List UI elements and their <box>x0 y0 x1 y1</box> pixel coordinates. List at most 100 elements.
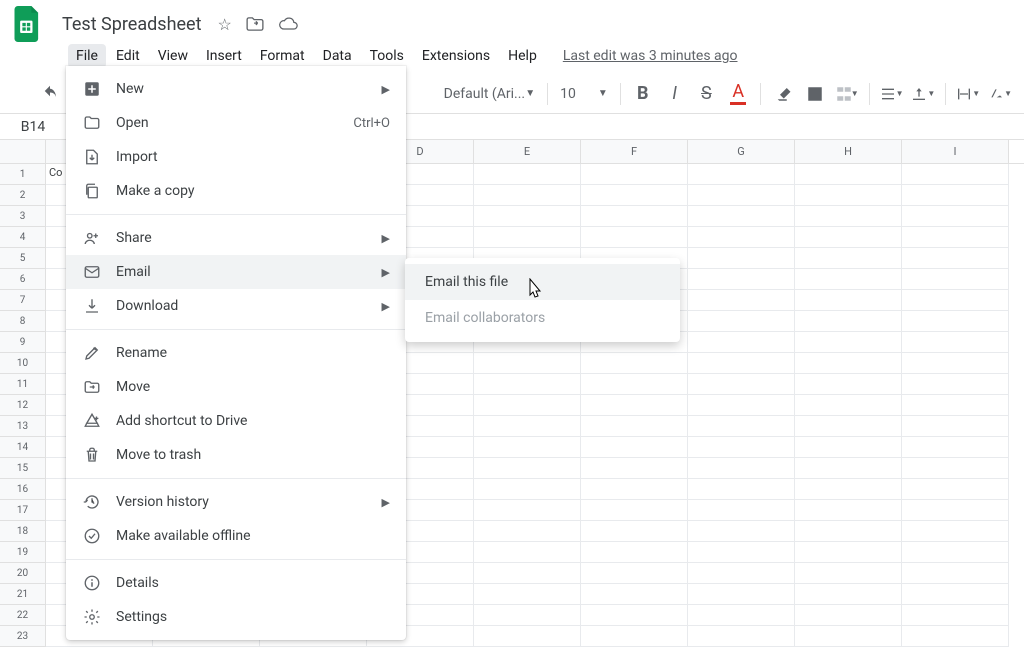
cell[interactable] <box>688 290 795 311</box>
cell[interactable] <box>581 458 688 479</box>
row-header[interactable]: 17 <box>0 500 46 521</box>
cell[interactable] <box>795 290 902 311</box>
name-box[interactable]: B14 <box>6 116 60 138</box>
row-header[interactable]: 2 <box>0 185 46 206</box>
email-submenu-item[interactable]: Email this file <box>405 264 680 300</box>
cell[interactable] <box>688 521 795 542</box>
undo-button[interactable] <box>36 80 64 108</box>
cell[interactable] <box>795 605 902 626</box>
file-menu-item[interactable]: OpenCtrl+O <box>66 106 406 140</box>
cell[interactable] <box>474 416 581 437</box>
cell[interactable] <box>902 332 1009 353</box>
cell[interactable] <box>688 311 795 332</box>
text-wrap-button[interactable]: ▼ <box>954 80 982 108</box>
row-header[interactable]: 15 <box>0 458 46 479</box>
move-folder-icon[interactable] <box>246 17 264 31</box>
menu-view[interactable]: View <box>150 44 196 68</box>
row-header[interactable]: 20 <box>0 563 46 584</box>
cell[interactable] <box>474 395 581 416</box>
cell[interactable] <box>902 395 1009 416</box>
cell[interactable] <box>688 248 795 269</box>
cell[interactable] <box>474 458 581 479</box>
row-header[interactable]: 23 <box>0 626 46 647</box>
cell[interactable] <box>474 437 581 458</box>
menu-help[interactable]: Help <box>500 44 545 68</box>
cell[interactable] <box>474 164 581 185</box>
cell[interactable] <box>581 164 688 185</box>
vertical-align-button[interactable]: ▼ <box>909 80 937 108</box>
cell[interactable] <box>581 353 688 374</box>
cell[interactable] <box>902 500 1009 521</box>
cell[interactable] <box>581 206 688 227</box>
borders-button[interactable] <box>801 80 829 108</box>
cell[interactable] <box>902 227 1009 248</box>
cell[interactable] <box>688 269 795 290</box>
row-header[interactable]: 3 <box>0 206 46 227</box>
row-header[interactable]: 16 <box>0 479 46 500</box>
cell[interactable] <box>581 521 688 542</box>
cell[interactable] <box>581 395 688 416</box>
file-menu-item[interactable]: Rename <box>66 336 406 370</box>
cell[interactable] <box>581 437 688 458</box>
menu-insert[interactable]: Insert <box>198 44 250 68</box>
cell[interactable] <box>688 353 795 374</box>
cell[interactable] <box>688 164 795 185</box>
document-title[interactable]: Test Spreadsheet <box>56 12 207 37</box>
cell[interactable] <box>902 458 1009 479</box>
cell[interactable] <box>474 605 581 626</box>
cell[interactable] <box>902 521 1009 542</box>
cell[interactable] <box>688 206 795 227</box>
file-menu-item[interactable]: Version history▶ <box>66 485 406 519</box>
cell[interactable] <box>688 626 795 647</box>
cell[interactable] <box>474 227 581 248</box>
menu-file[interactable]: File <box>68 44 106 68</box>
cloud-status-icon[interactable] <box>278 17 298 31</box>
cell[interactable] <box>474 542 581 563</box>
cell[interactable] <box>474 521 581 542</box>
cell[interactable] <box>688 584 795 605</box>
menu-edit[interactable]: Edit <box>108 44 148 68</box>
cell[interactable] <box>474 185 581 206</box>
file-menu-item[interactable]: Settings <box>66 600 406 634</box>
column-header[interactable]: G <box>688 140 795 163</box>
file-menu-item[interactable]: Make a copy <box>66 174 406 208</box>
cell[interactable] <box>581 500 688 521</box>
file-menu-item[interactable]: Move <box>66 370 406 404</box>
cell[interactable] <box>581 185 688 206</box>
cell[interactable] <box>795 269 902 290</box>
bold-button[interactable]: B <box>629 80 657 108</box>
cell[interactable] <box>581 416 688 437</box>
cell[interactable] <box>688 395 795 416</box>
cell[interactable] <box>474 626 581 647</box>
cell[interactable] <box>795 416 902 437</box>
cell[interactable] <box>795 206 902 227</box>
font-select[interactable]: Default (Ari... ▼ <box>440 81 539 107</box>
cell[interactable] <box>688 542 795 563</box>
cell[interactable] <box>902 248 1009 269</box>
cell[interactable] <box>688 416 795 437</box>
star-icon[interactable]: ☆ <box>217 15 231 34</box>
cell[interactable] <box>795 185 902 206</box>
cell[interactable] <box>902 563 1009 584</box>
cell[interactable] <box>795 248 902 269</box>
file-menu-item[interactable]: Details <box>66 566 406 600</box>
cell[interactable] <box>795 227 902 248</box>
row-header[interactable]: 10 <box>0 353 46 374</box>
cell[interactable] <box>902 626 1009 647</box>
text-rotation-button[interactable]: ▼ <box>986 80 1014 108</box>
cell[interactable] <box>474 374 581 395</box>
cell[interactable] <box>474 479 581 500</box>
cell[interactable] <box>688 332 795 353</box>
row-header[interactable]: 7 <box>0 290 46 311</box>
cell[interactable] <box>474 563 581 584</box>
cell[interactable] <box>795 311 902 332</box>
cell[interactable] <box>902 542 1009 563</box>
row-header[interactable]: 18 <box>0 521 46 542</box>
menu-format[interactable]: Format <box>252 44 313 68</box>
menu-data[interactable]: Data <box>315 44 360 68</box>
file-menu-item[interactable]: Move to trash <box>66 438 406 472</box>
cell[interactable] <box>581 542 688 563</box>
cell[interactable] <box>902 374 1009 395</box>
cell[interactable] <box>795 500 902 521</box>
cell[interactable] <box>795 164 902 185</box>
